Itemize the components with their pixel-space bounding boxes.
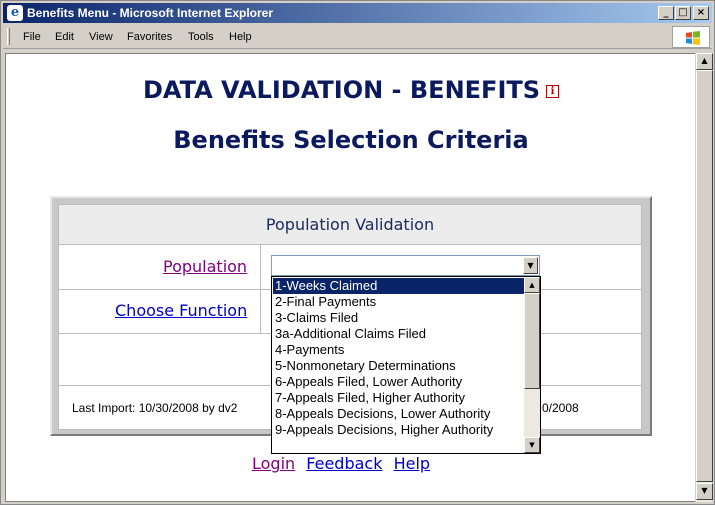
close-button[interactable]: × xyxy=(693,6,709,20)
info-icon[interactable]: i xyxy=(546,84,560,98)
last-import-text: Last Import: 10/30/2008 by dv2 xyxy=(72,401,238,415)
menu-favorites[interactable]: Favorites xyxy=(127,31,172,43)
menu-view[interactable]: View xyxy=(89,31,113,43)
scroll-down-icon[interactable]: ▼ xyxy=(524,437,540,453)
dropdown-option[interactable]: 5-Nonmonetary Determinations xyxy=(273,358,524,374)
windows-logo xyxy=(672,26,710,48)
scroll-up-icon[interactable]: ▲ xyxy=(696,53,713,70)
help-link[interactable]: Help xyxy=(394,454,430,473)
page-subheading: Benefits Selection Criteria xyxy=(173,126,529,154)
menu-file[interactable]: File xyxy=(23,31,41,43)
maximize-button[interactable]: □ xyxy=(675,6,691,20)
chevron-down-icon[interactable]: ▼ xyxy=(523,257,538,274)
scroll-down-icon[interactable]: ▼ xyxy=(696,483,713,500)
minimize-button[interactable]: _ xyxy=(658,6,674,20)
choose-function-link[interactable]: Choose Function xyxy=(115,301,247,320)
toolbar-grip[interactable] xyxy=(7,28,10,45)
page-heading: DATA VALIDATION - BENEFITS i xyxy=(6,76,695,104)
menu-help[interactable]: Help xyxy=(229,31,252,43)
page-scrollbar[interactable]: ▲ ▼ xyxy=(695,53,713,502)
dropdown-option[interactable]: 3a-Additional Claims Filed xyxy=(273,326,524,342)
dropdown-option[interactable]: 4-Payments xyxy=(273,342,524,358)
population-select[interactable]: ▼ xyxy=(271,255,540,276)
login-link[interactable]: Login xyxy=(252,454,295,473)
footer-right-text: 0/2008 xyxy=(542,401,579,415)
scroll-up-icon[interactable]: ▲ xyxy=(524,277,540,293)
browser-window: e Benefits Menu - Microsoft Internet Exp… xyxy=(0,0,715,505)
windows-flag-icon xyxy=(686,31,700,45)
panel-header: Population Validation xyxy=(59,205,641,245)
population-link[interactable]: Population xyxy=(163,257,247,276)
dropdown-option[interactable]: 6-Appeals Filed, Lower Authority xyxy=(273,374,524,390)
menu-bar: File Edit View Favorites Tools Help xyxy=(3,25,712,49)
menu-tools[interactable]: Tools xyxy=(188,31,214,43)
window-title: Benefits Menu - Microsoft Internet Explo… xyxy=(27,6,274,20)
dropdown-option[interactable]: 8-Appeals Decisions, Lower Authority xyxy=(273,406,524,422)
feedback-link[interactable]: Feedback xyxy=(306,454,382,473)
footer-links: Login Feedback Help xyxy=(252,454,436,473)
page-viewport: DATA VALIDATION - BENEFITS i Benefits Sel… xyxy=(5,53,696,502)
dropdown-option[interactable]: 3-Claims Filed xyxy=(273,310,524,326)
ie-icon: e xyxy=(7,5,23,21)
dropdown-option[interactable]: 7-Appeals Filed, Higher Authority xyxy=(273,390,524,406)
dropdown-scrollbar[interactable]: ▲ ▼ xyxy=(524,277,540,453)
population-dropdown-list[interactable]: 1-Weeks Claimed 2-Final Payments 3-Claim… xyxy=(271,276,541,454)
heading-text: DATA VALIDATION - BENEFITS xyxy=(142,76,541,104)
title-bar: e Benefits Menu - Microsoft Internet Exp… xyxy=(3,3,712,23)
dropdown-option[interactable]: 9-Appeals Decisions, Higher Authority xyxy=(273,422,524,438)
dropdown-option[interactable]: 2-Final Payments xyxy=(273,294,524,310)
dropdown-scroll-thumb[interactable] xyxy=(524,293,540,389)
menu-edit[interactable]: Edit xyxy=(55,31,74,43)
page-scroll-thumb[interactable] xyxy=(696,70,713,482)
dropdown-option[interactable]: 1-Weeks Claimed xyxy=(273,278,524,294)
